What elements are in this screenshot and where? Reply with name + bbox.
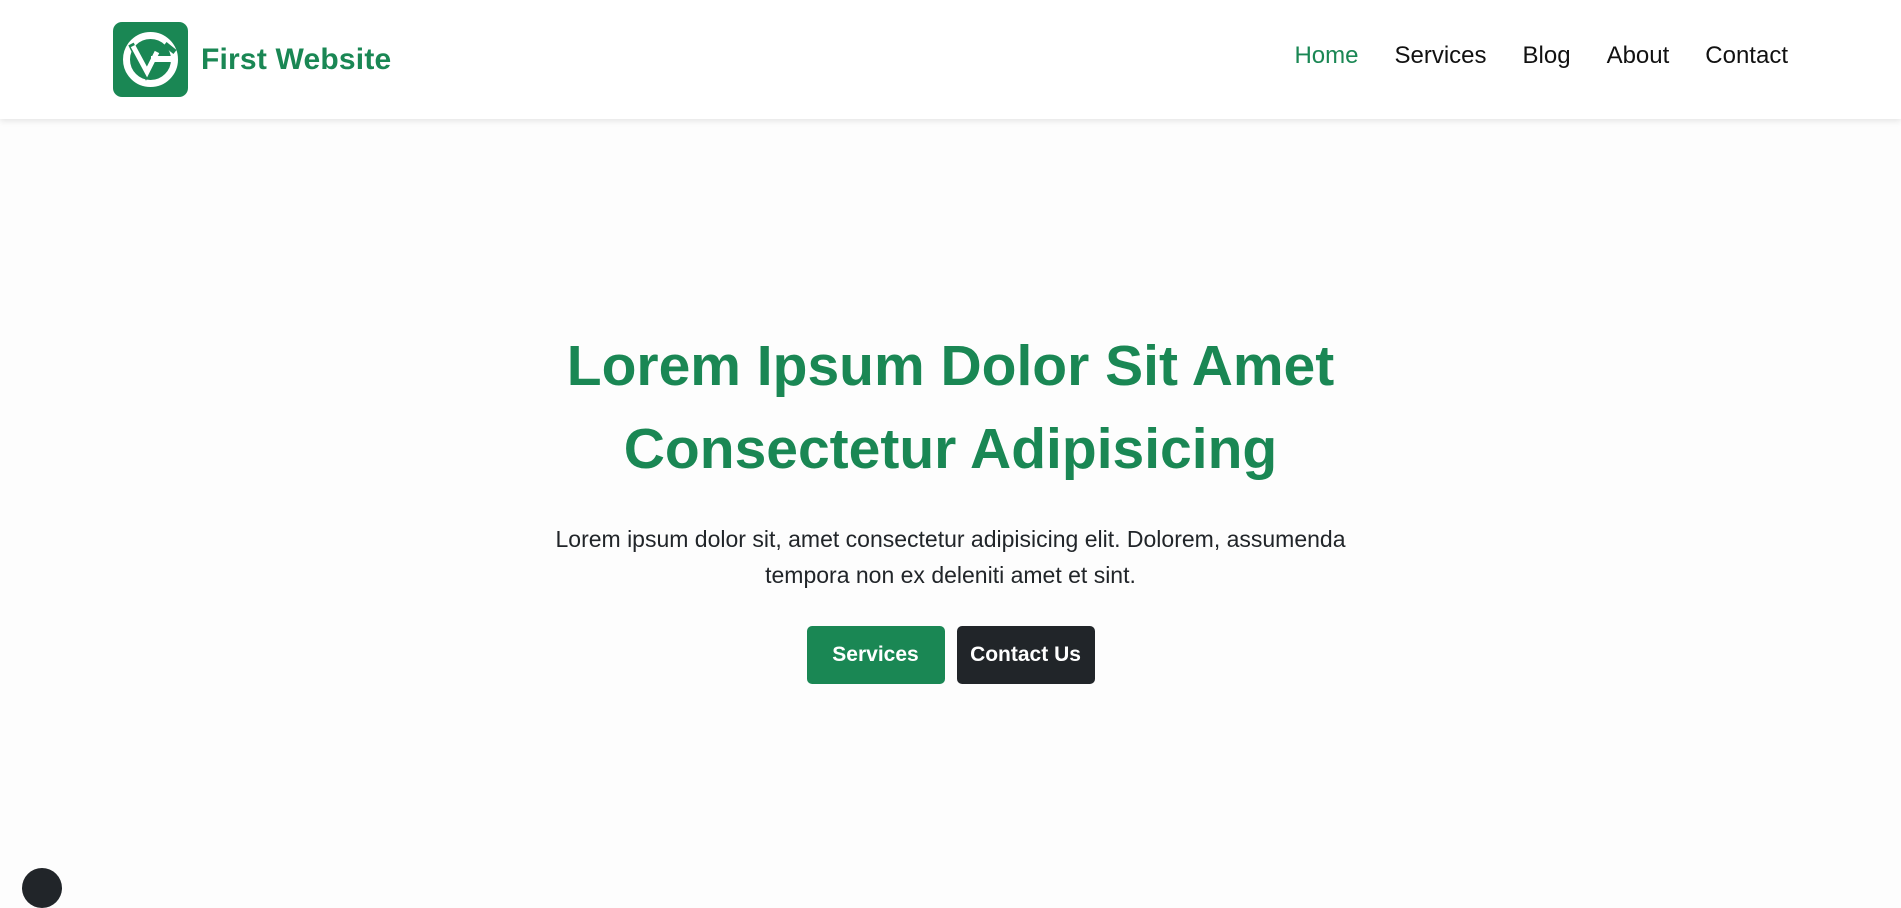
nav-item-about[interactable]: About (1607, 42, 1670, 69)
floating-widget-button[interactable] (22, 868, 62, 908)
hero-buttons: Services Contact Us (0, 626, 1901, 684)
brand-link[interactable]: First Website (113, 22, 391, 97)
nav-item-contact[interactable]: Contact (1705, 42, 1788, 69)
nav-item-blog[interactable]: Blog (1523, 42, 1571, 69)
hero-title: Lorem Ipsum Dolor Sit Amet Consectetur A… (566, 334, 1335, 481)
services-button[interactable]: Services (806, 626, 945, 684)
nav-item-home[interactable]: Home (1294, 42, 1358, 69)
navbar: First Website Home Services Blog About C… (0, 0, 1901, 119)
hero-description: Lorem ipsum dolor sit, amet consectetur … (555, 526, 1346, 588)
nav-item-services[interactable]: Services (1394, 42, 1486, 69)
brand-name: First Website (201, 42, 392, 76)
hero-section: Lorem Ipsum Dolor Sit Amet Consectetur A… (0, 119, 1901, 875)
brand-logo-icon (113, 22, 188, 97)
nav-menu: Home Services Blog About Contact (1258, 42, 1788, 70)
contact-us-button[interactable]: Contact Us (956, 626, 1095, 684)
